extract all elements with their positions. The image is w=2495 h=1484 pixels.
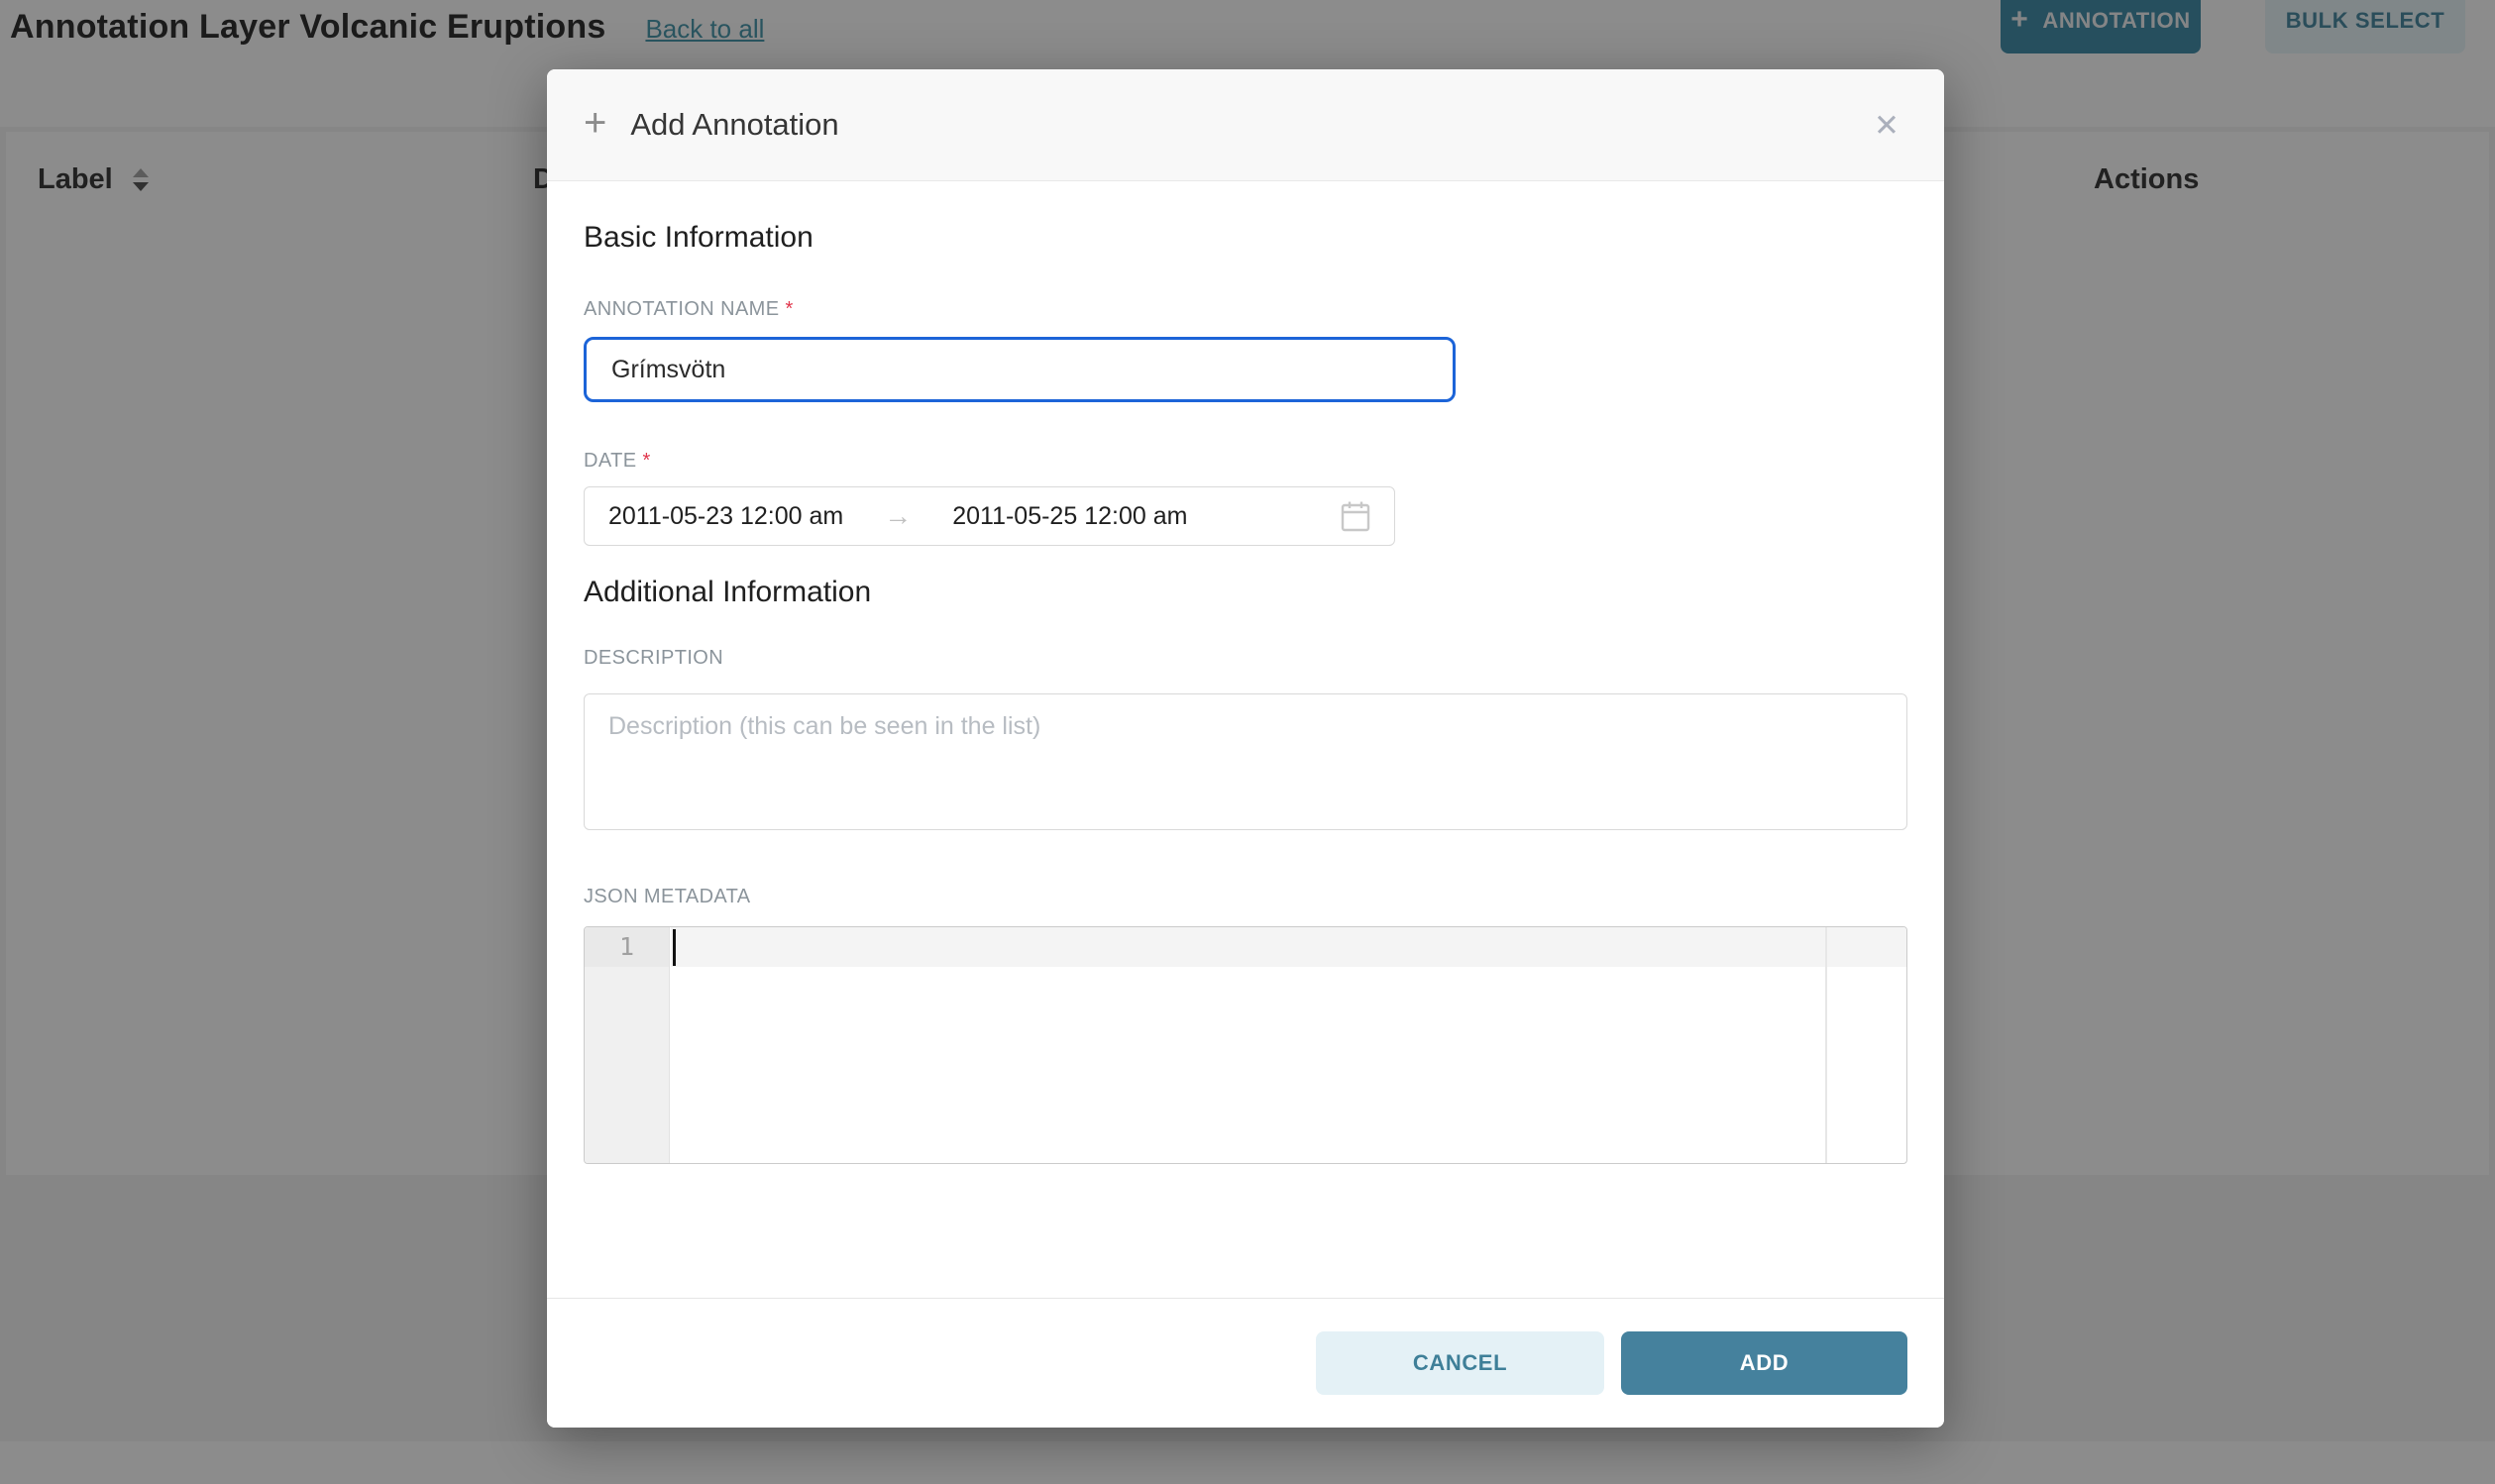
section-additional-information: Additional Information [584, 576, 1907, 609]
add-annotation-modal: + Add Annotation ✕ Basic Information ANN… [547, 69, 1944, 1428]
annotation-name-label: ANNOTATION NAME * [584, 298, 1907, 321]
json-metadata-editor[interactable]: 1 [584, 926, 1907, 1164]
close-icon[interactable]: ✕ [1869, 107, 1904, 143]
plus-icon: + [584, 103, 606, 143]
date-start-value[interactable]: 2011-05-23 12:00 am [608, 502, 843, 531]
required-asterisk: * [642, 450, 650, 473]
date-range-picker[interactable]: 2011-05-23 12:00 am → 2011-05-25 12:00 a… [584, 486, 1395, 546]
calendar-icon [1341, 500, 1370, 532]
modal-header: + Add Annotation ✕ [547, 69, 1944, 181]
range-arrow-icon: → [843, 500, 952, 532]
add-button[interactable]: ADD [1621, 1331, 1907, 1395]
editor-gutter: 1 [585, 927, 670, 1163]
app-screen: Annotation Layer Volcanic Eruptions Back… [0, 0, 2495, 1484]
modal-body: Basic Information ANNOTATION NAME * DATE… [547, 181, 1944, 1164]
cancel-button[interactable]: CANCEL [1316, 1331, 1604, 1395]
annotation-name-input[interactable] [584, 337, 1456, 402]
modal-footer: CANCEL ADD [547, 1298, 1944, 1428]
editor-line-number: 1 [585, 927, 669, 967]
editor-caret [673, 929, 676, 966]
description-label: DESCRIPTION [584, 647, 1907, 670]
date-label: DATE * [584, 450, 1907, 473]
editor-active-line [671, 927, 1906, 967]
editor-print-margin [1825, 927, 1827, 1163]
modal-title: Add Annotation [630, 107, 838, 143]
json-metadata-label: JSON METADATA [584, 886, 1907, 908]
date-end-value[interactable]: 2011-05-25 12:00 am [952, 502, 1187, 531]
required-asterisk: * [785, 298, 793, 321]
description-textarea[interactable] [584, 693, 1907, 830]
section-basic-information: Basic Information [584, 221, 1907, 255]
